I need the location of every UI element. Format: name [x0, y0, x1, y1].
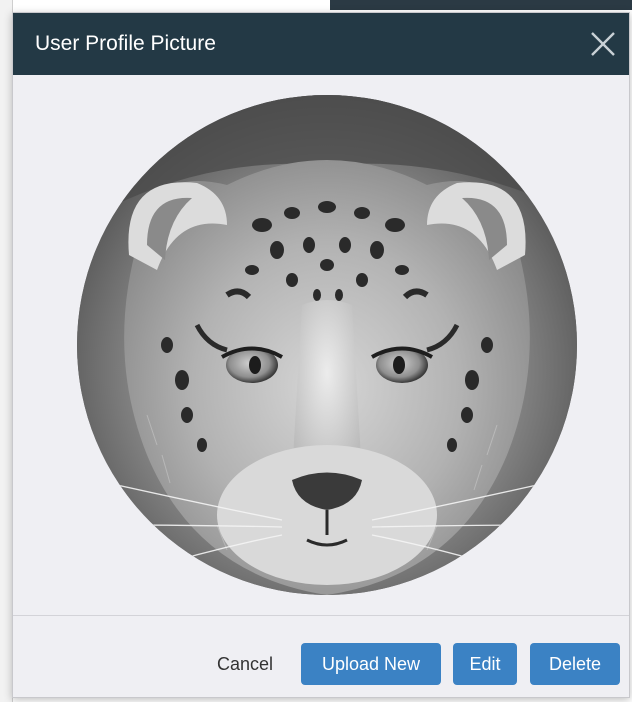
delete-button[interactable]: Delete	[530, 643, 620, 685]
background-topbar	[330, 0, 632, 10]
profile-picture-avatar	[77, 95, 577, 595]
snow-leopard-photo	[77, 95, 577, 595]
profile-picture-modal: User Profile Picture Cancel Upload New E…	[12, 12, 630, 698]
upload-new-button[interactable]: Upload New	[301, 643, 441, 685]
cancel-button[interactable]: Cancel	[203, 643, 287, 685]
edit-button[interactable]: Edit	[453, 643, 517, 685]
modal-header: User Profile Picture	[13, 13, 629, 75]
footer-divider	[13, 615, 629, 616]
modal-title: User Profile Picture	[35, 32, 216, 55]
close-icon[interactable]	[587, 28, 619, 60]
